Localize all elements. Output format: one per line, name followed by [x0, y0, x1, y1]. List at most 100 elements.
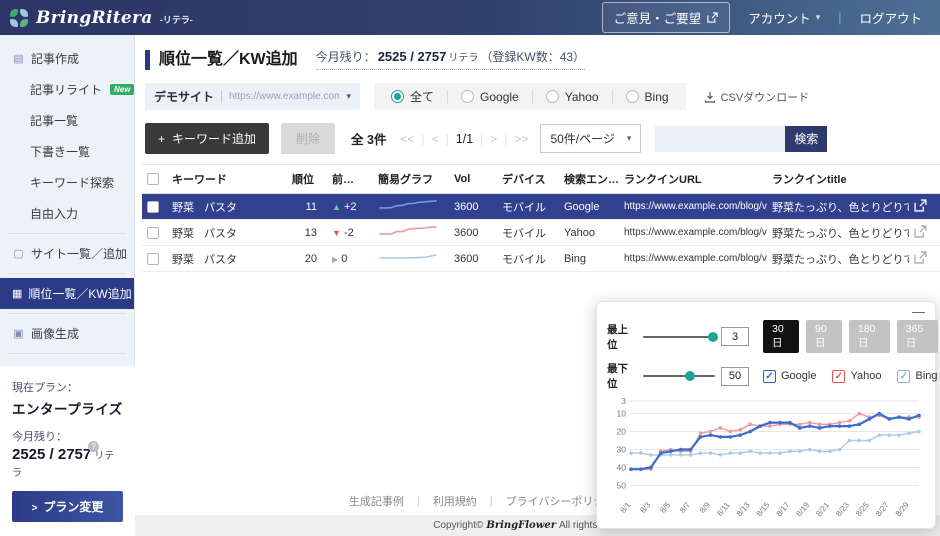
svg-text:50: 50	[617, 480, 627, 490]
sidebar-item-image-gen[interactable]: ▣ 画像生成	[0, 318, 134, 349]
svg-text:8/9: 8/9	[698, 500, 712, 515]
site-icon: ▢	[12, 247, 25, 260]
row-checkbox[interactable]	[147, 201, 159, 213]
sidebar-item-keyword-search[interactable]: キーワード探索	[0, 167, 134, 198]
sidebar-item-site-list[interactable]: ▢ サイト一覧／追加	[0, 238, 134, 269]
sidebar-item-article-list[interactable]: 記事一覧	[0, 105, 134, 136]
main-content: 順位一覧／KW追加 今月残り：2525 / 2757 リテラ（登録KW数：43）…	[135, 35, 940, 536]
per-page-dropdown[interactable]: 50件/ページ ▾	[540, 124, 641, 153]
table-row[interactable]: 野菜パスタ 13 ▼ -2 3600 モバイル Yahoo https://ww…	[142, 220, 940, 246]
engine-filter-group: 全て Google Yahoo Bing	[374, 83, 686, 110]
bottom-rank-label: 最下位	[607, 361, 637, 391]
delete-button[interactable]: 削除	[281, 123, 335, 154]
sidebar-item-article-create[interactable]: ▤ 記事作成	[0, 43, 134, 74]
chevron-down-icon: ▾	[346, 91, 351, 102]
footer-link-examples[interactable]: 生成記事例	[349, 493, 404, 509]
rankin-title: 野菜たっぷり、色とりどりで子ども…	[767, 246, 909, 272]
open-external-icon[interactable]	[914, 199, 927, 215]
bottom-rank-slider-row: 最下位 50	[607, 361, 757, 391]
rank-chart-panel: — 最上位 3 30日 90日 180日 365日 最下位 50	[596, 301, 936, 529]
site-name: デモサイト	[154, 88, 214, 105]
pagination: << | < | 1/1 | > | >>	[400, 132, 528, 146]
site-select-dropdown[interactable]: デモサイト https://www.example.com/ ▾	[145, 83, 360, 110]
table-row[interactable]: 野菜パスタ 20 ▶ 0 3600 モバイル Bing https://www.…	[142, 246, 940, 272]
radio-icon	[546, 90, 559, 103]
minimize-icon[interactable]: —	[607, 306, 925, 318]
engine-radio-all[interactable]: 全て	[378, 88, 447, 105]
download-icon	[704, 91, 716, 103]
sidebar-item-free-input[interactable]: 自由入力	[0, 198, 134, 229]
bottom-rank-slider[interactable]	[643, 375, 715, 377]
search-button[interactable]: 検索	[785, 126, 827, 152]
engine-radio-bing[interactable]: Bing	[612, 90, 682, 104]
account-menu[interactable]: アカウント ▾	[748, 8, 820, 27]
engine-radio-yahoo[interactable]: Yahoo	[532, 90, 612, 104]
brand-name: BringFlower	[486, 520, 556, 531]
logo: BringRitera -リテラ-	[10, 8, 193, 28]
total-count: 全 3件	[351, 129, 386, 148]
svg-text:8/17: 8/17	[775, 500, 792, 518]
table-header-row: キーワード 順位 前… 簡易グラフ Vol デバイス 検索エン… ランクインUR…	[142, 165, 940, 194]
svg-text:3: 3	[621, 396, 626, 406]
rankin-title: 野菜たっぷり、色とりどりで子ども…	[767, 220, 909, 246]
logout-button[interactable]: ログアウト	[859, 8, 922, 27]
period-180d-button[interactable]: 180日	[849, 320, 890, 353]
rankin-title: 野菜たっぷり、色とりどりで子ども…	[767, 194, 909, 220]
feedback-label: ご意見・ご要望	[614, 8, 702, 27]
checkbox-checked-icon: ✓	[832, 370, 845, 383]
col-rank: 順位	[287, 165, 327, 194]
row-checkbox[interactable]	[147, 227, 159, 239]
period-90d-button[interactable]: 90日	[806, 320, 842, 353]
new-badge: New	[110, 84, 134, 95]
rank-diff: +2	[344, 201, 357, 213]
svg-text:10: 10	[617, 409, 627, 419]
col-title: ランクインtitle	[767, 165, 909, 194]
select-all-checkbox[interactable]	[147, 173, 159, 185]
volume-value: 3600	[449, 220, 497, 246]
top-rank-slider[interactable]	[643, 336, 715, 338]
period-30d-button[interactable]: 30日	[763, 320, 799, 353]
table-row[interactable]: 野菜パスタ 11 ▲ +2 3600 モバイル Google https://w…	[142, 194, 940, 220]
sidebar-item-draft-list[interactable]: 下書き一覧	[0, 136, 134, 167]
row-checkbox[interactable]	[147, 253, 159, 265]
current-plan-label: 現在プラン：	[12, 379, 123, 395]
svg-text:8/5: 8/5	[658, 500, 672, 515]
open-external-icon[interactable]	[914, 251, 927, 267]
quota-summary: 今月残り：2525 / 2757 リテラ（登録KW数：43）	[316, 48, 585, 70]
sidebar-divider	[8, 273, 126, 274]
checkbox-yahoo[interactable]: ✓ Yahoo	[832, 370, 881, 383]
footer-link-terms[interactable]: 利用規約	[433, 493, 477, 509]
next-page-button[interactable]: >	[490, 132, 497, 146]
plan-card: 現在プラン： エンタープライズ 今月残り： ? 2525 / 2757リテラ >…	[0, 366, 135, 536]
top-rank-value[interactable]: 3	[721, 327, 749, 346]
feedback-button[interactable]: ご意見・ご要望	[602, 2, 731, 33]
search-input[interactable]	[655, 126, 785, 152]
csv-download-button[interactable]: CSVダウンロード	[704, 89, 810, 105]
period-365d-button[interactable]: 365日	[897, 320, 938, 353]
rankin-url: https://www.example.com/blog/veg…	[619, 220, 767, 246]
add-keyword-button[interactable]: + キーワード追加	[145, 123, 269, 154]
checkbox-bing[interactable]: ✓ Bing	[897, 370, 937, 383]
open-external-icon[interactable]	[914, 225, 927, 241]
sidebar-divider	[8, 353, 126, 354]
sidebar-item-article-rewrite[interactable]: 記事リライト New	[0, 74, 134, 105]
first-page-button[interactable]: <<	[400, 132, 414, 146]
rank-diff: 0	[341, 253, 347, 265]
change-plan-button[interactable]: >プラン変更	[12, 491, 123, 522]
help-icon[interactable]: ?	[88, 441, 99, 452]
header-divider: |	[838, 11, 841, 25]
prev-page-button[interactable]: <	[432, 132, 439, 146]
rank-chart: 310203040508/18/38/58/78/98/118/138/158/…	[607, 395, 925, 526]
checkbox-google[interactable]: ✓ Google	[763, 370, 816, 383]
period-buttons: 30日 90日 180日 365日	[757, 320, 938, 353]
sidebar-item-rank-list[interactable]: ▦ 順位一覧／KW追加	[0, 278, 134, 309]
device-value: モバイル	[497, 220, 559, 246]
sparkline-chart	[378, 223, 438, 239]
last-page-button[interactable]: >>	[514, 132, 528, 146]
rankin-url: https://www.example.com/blog/veg…	[619, 246, 767, 272]
svg-text:8/13: 8/13	[735, 500, 752, 518]
radio-icon	[461, 90, 474, 103]
engine-radio-google[interactable]: Google	[447, 90, 532, 104]
account-label: アカウント	[748, 8, 811, 27]
bottom-rank-value[interactable]: 50	[721, 367, 749, 386]
